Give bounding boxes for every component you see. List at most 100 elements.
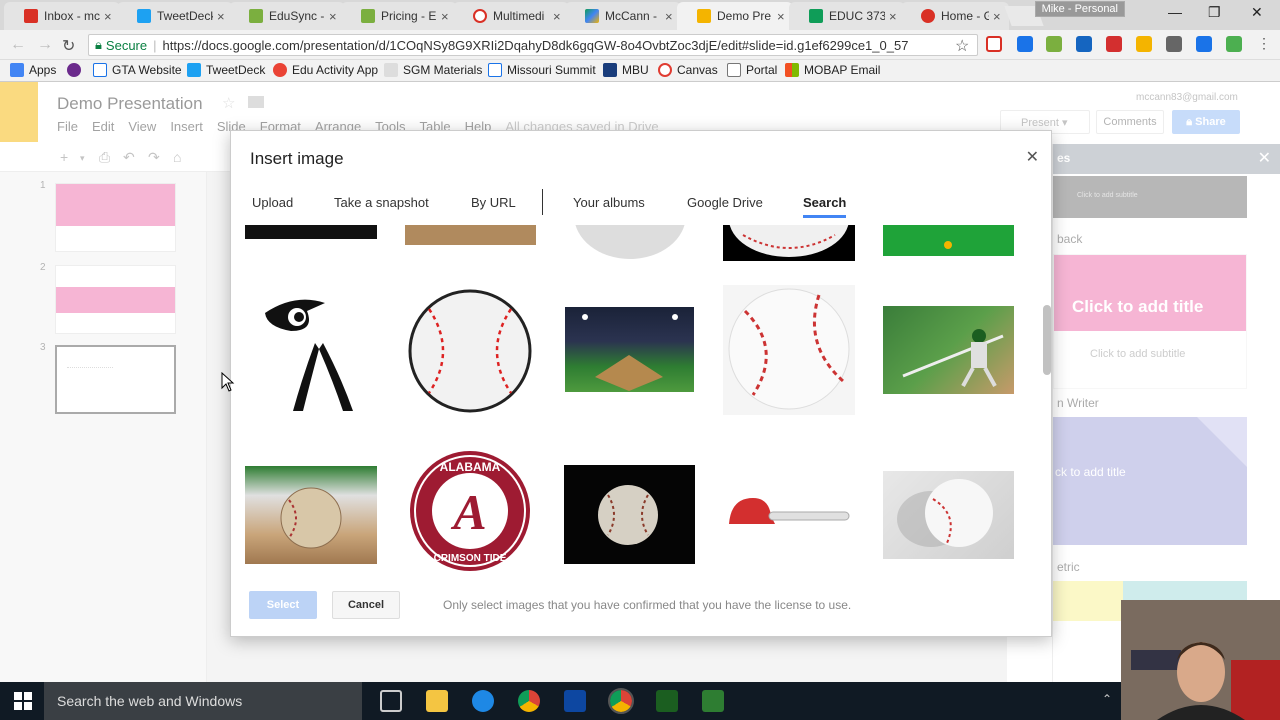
chevron-up-icon[interactable]: ⌃ xyxy=(1102,692,1112,706)
svg-text:CRIMSON TIDE: CRIMSON TIDE xyxy=(434,553,507,564)
image-result[interactable] xyxy=(565,225,695,261)
bookmark-star-icon[interactable]: ☆ xyxy=(955,36,969,56)
restore-icon[interactable]: ❐ xyxy=(1208,4,1221,21)
close-icon[interactable]: × xyxy=(777,9,787,24)
tab-label: EDUC 373 xyxy=(829,9,885,23)
close-icon[interactable]: × xyxy=(217,9,227,24)
chrome-icon[interactable] xyxy=(518,690,540,712)
close-icon[interactable]: × xyxy=(553,9,563,24)
bookmark-edu-activity-app[interactable]: Edu Activity App xyxy=(273,63,378,77)
profile-badge[interactable]: Mike - Personal xyxy=(1034,1,1125,17)
chrome-active-icon[interactable] xyxy=(608,688,634,714)
image-result[interactable] xyxy=(565,307,694,392)
close-icon[interactable]: × xyxy=(665,9,675,24)
image-result[interactable] xyxy=(405,225,536,245)
browser-tab-multimedia[interactable]: Multimedi × xyxy=(453,2,569,30)
close-icon[interactable]: × xyxy=(329,9,339,24)
image-result[interactable] xyxy=(723,490,855,540)
s-extension-icon[interactable] xyxy=(1076,36,1092,52)
browser-tab-edusync[interactable]: EduSync - × xyxy=(229,2,345,30)
task-view-icon[interactable] xyxy=(380,690,402,712)
camtasia-recorder-icon[interactable] xyxy=(702,690,724,712)
browser-tab-tweetdeck[interactable]: TweetDeck × xyxy=(117,2,233,30)
windows-start-icon[interactable] xyxy=(14,692,32,710)
tab-your-albums[interactable]: Your albums xyxy=(573,195,645,210)
edge-icon[interactable] xyxy=(472,690,494,712)
browser-tab-mccann[interactable]: McCann - × xyxy=(565,2,681,30)
image-result[interactable] xyxy=(883,471,1014,559)
close-icon[interactable]: × xyxy=(441,9,451,24)
home-icon xyxy=(921,9,935,23)
image-result[interactable] xyxy=(883,225,1014,256)
image-result[interactable] xyxy=(405,285,536,417)
image-result[interactable] xyxy=(723,225,855,261)
url-field[interactable]: 🔒︎ Secure | https://docs.google.com/pres… xyxy=(88,34,978,56)
puzzle-extension-icon[interactable] xyxy=(1226,36,1242,52)
tab-by-url[interactable]: By URL xyxy=(471,195,516,210)
image-result[interactable] xyxy=(245,285,377,417)
bookmark-sgm-materials[interactable]: SGM Materials xyxy=(384,63,482,77)
bookmark-purple[interactable] xyxy=(67,63,86,77)
calendar-extension-icon[interactable] xyxy=(1017,36,1033,52)
browser-tab-demo-presentation[interactable]: Demo Pre × xyxy=(677,2,793,30)
evernote-extension-icon[interactable] xyxy=(1046,36,1062,52)
google-icon xyxy=(273,63,287,77)
close-window-icon[interactable]: ✕ xyxy=(1251,4,1263,21)
image-result[interactable] xyxy=(723,285,855,415)
microsoft-icon xyxy=(785,63,799,77)
bookmark-gta-website[interactable]: GTA Website xyxy=(93,63,182,77)
pricing-icon xyxy=(361,9,375,23)
close-icon[interactable]: × xyxy=(104,9,114,24)
browser-tab-home[interactable]: Home - G × xyxy=(901,2,1009,30)
forward-icon[interactable]: → xyxy=(37,36,53,54)
bookmark-tweetdeck[interactable]: TweetDeck xyxy=(187,63,265,77)
drive-icon xyxy=(585,9,599,23)
taskbar-search-box[interactable]: Search the web and Windows xyxy=(44,682,362,720)
pocket-extension-icon[interactable] xyxy=(1106,36,1122,52)
bookmark-mobap-email[interactable]: MOBAP Email xyxy=(785,63,880,77)
back-icon[interactable]: ← xyxy=(10,36,26,54)
results-scrollbar[interactable] xyxy=(1043,305,1051,375)
tab-google-drive[interactable]: Google Drive xyxy=(687,195,763,210)
tweetdeck-icon xyxy=(187,63,201,77)
new-extension-icon[interactable] xyxy=(1196,36,1212,52)
svg-text:A: A xyxy=(450,484,486,540)
tab-label: Pricing - E xyxy=(381,9,437,23)
gmail-extension-icon[interactable] xyxy=(986,36,1002,52)
image-result[interactable] xyxy=(564,465,695,564)
menu-icon[interactable]: ⋮ xyxy=(1257,35,1271,52)
mail-extension-icon[interactable] xyxy=(1166,36,1182,52)
image-result[interactable] xyxy=(245,466,377,564)
camtasia-icon[interactable] xyxy=(656,690,678,712)
image-result[interactable]: ALABAMA CRIMSON TIDE A xyxy=(405,449,536,572)
bookmark-apps[interactable]: Apps xyxy=(10,63,56,77)
browser-tab-gmail[interactable]: Inbox - mc × xyxy=(4,2,120,30)
minimize-icon[interactable]: — xyxy=(1168,4,1182,20)
bookmark-portal[interactable]: Portal xyxy=(727,63,777,77)
tab-label: Inbox - mc xyxy=(44,9,100,23)
mouse-pointer-icon xyxy=(221,372,235,392)
close-icon[interactable]: × xyxy=(889,9,899,24)
bookmark-canvas[interactable]: Canvas xyxy=(658,63,718,77)
tab-upload[interactable]: Upload xyxy=(252,195,293,210)
image-result[interactable] xyxy=(245,225,377,239)
cancel-button[interactable]: Cancel xyxy=(332,591,400,619)
bookmark-mbu[interactable]: MBU xyxy=(603,63,649,77)
bookmark-missouri-summit[interactable]: Missouri Summit xyxy=(488,63,596,77)
gmail-icon xyxy=(24,9,38,23)
tab-label: McCann - xyxy=(605,9,658,23)
select-button[interactable]: Select xyxy=(249,591,317,619)
close-icon[interactable]: × xyxy=(993,9,1003,24)
file-explorer-icon[interactable] xyxy=(426,690,448,712)
image-result[interactable] xyxy=(883,306,1014,394)
app-icon[interactable] xyxy=(564,690,586,712)
browser-tab-pricing[interactable]: Pricing - E × xyxy=(341,2,457,30)
tab-label: Demo Pre xyxy=(717,9,772,23)
tab-search[interactable]: Search xyxy=(803,195,847,218)
reload-icon[interactable]: ↻ xyxy=(62,36,75,56)
sheets-icon xyxy=(809,9,823,23)
tab-take-a-snapshot[interactable]: Take a snapshot xyxy=(334,195,429,210)
close-icon[interactable]: ✕ xyxy=(1026,147,1039,167)
keep-extension-icon[interactable] xyxy=(1136,36,1152,52)
browser-tab-educ[interactable]: EDUC 373 × xyxy=(789,2,905,30)
